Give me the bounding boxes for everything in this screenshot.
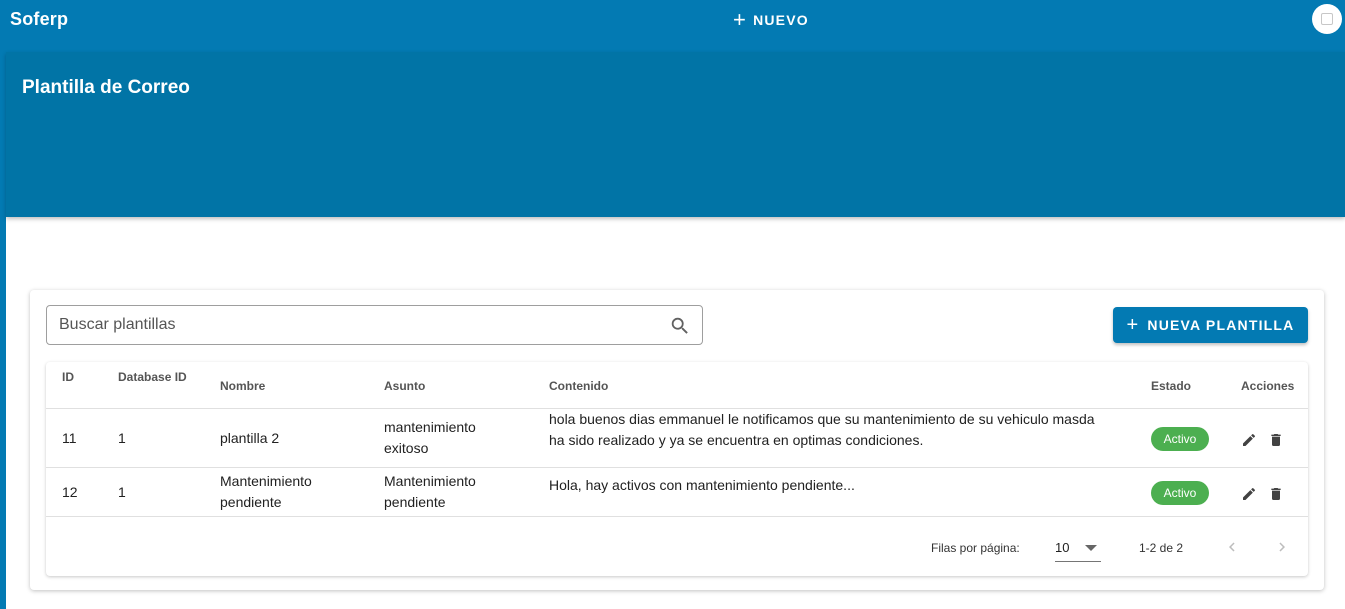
templates-card: + NUEVA PLANTILLA ID Database ID Nombre …	[30, 290, 1324, 590]
plus-icon: +	[1126, 314, 1140, 336]
cell-database-id: 1	[118, 484, 126, 500]
cell-nombre: plantilla 2	[220, 430, 280, 446]
caret-down-icon	[1085, 545, 1097, 551]
cell-asunto-line1: Mantenimiento	[384, 473, 476, 489]
row-divider	[46, 467, 1308, 468]
new-template-button-label: NUEVA PLANTILLA	[1147, 317, 1295, 333]
app-brand[interactable]: Soferp	[10, 9, 68, 30]
cell-nombre-line1: Mantenimiento	[220, 473, 312, 489]
rows-per-page-select[interactable]: 10	[1055, 534, 1101, 562]
cell-contenido-line1: hola buenos dias emmanuel le notificamos…	[549, 411, 1095, 427]
column-header-contenido[interactable]: Contenido	[549, 379, 608, 393]
top-app-bar: Soferp + NUEVO	[0, 0, 1345, 52]
trash-icon[interactable]	[1268, 486, 1284, 502]
column-header-asunto[interactable]: Asunto	[384, 379, 425, 393]
pagination-range: 1-2 de 2	[1139, 541, 1184, 555]
pencil-icon[interactable]	[1241, 486, 1257, 502]
cell-id: 12	[62, 484, 78, 500]
cell-asunto-line2: pendiente	[384, 494, 446, 510]
new-template-button[interactable]: + NUEVA PLANTILLA	[1113, 307, 1308, 343]
cell-database-id: 1	[118, 430, 126, 446]
search-input[interactable]	[59, 316, 639, 334]
column-header-acciones: Acciones	[1241, 379, 1295, 393]
cell-id: 11	[62, 430, 77, 446]
rows-per-page-value: 10	[1055, 540, 1070, 555]
cell-nombre-line2: pendiente	[220, 494, 282, 510]
new-button-label: NUEVO	[753, 12, 809, 28]
column-header-database-id[interactable]: Database ID	[118, 370, 187, 384]
templates-table: ID Database ID Nombre Asunto Contenido E…	[46, 362, 1308, 576]
row-divider	[46, 516, 1308, 517]
status-badge: Activo	[1151, 427, 1209, 451]
column-header-nombre[interactable]: Nombre	[220, 379, 265, 393]
column-header-id[interactable]: ID	[62, 370, 74, 384]
search-icon[interactable]	[669, 315, 691, 337]
page-header: Plantilla de Correo	[6, 52, 1345, 217]
cell-asunto-line2: exitoso	[384, 440, 429, 456]
chevron-left-icon[interactable]	[1223, 538, 1241, 556]
trash-icon[interactable]	[1268, 432, 1284, 448]
plus-icon: +	[733, 7, 748, 32]
search-field[interactable]	[46, 305, 703, 345]
pencil-icon[interactable]	[1241, 432, 1257, 448]
column-header-estado[interactable]: Estado	[1151, 379, 1191, 393]
broken-image-icon	[1321, 13, 1333, 25]
user-avatar[interactable]	[1312, 4, 1342, 34]
cell-contenido-line2: ha sido realizado y ya se encuentra en o…	[549, 432, 924, 448]
cell-asunto-line1: mantenimiento	[384, 419, 476, 435]
new-button[interactable]: + NUEVO	[733, 9, 809, 31]
rows-per-page-label: Filas por página:	[931, 541, 1020, 555]
chevron-right-icon[interactable]	[1273, 538, 1291, 556]
status-badge: Activo	[1151, 481, 1209, 505]
cell-contenido: Hola, hay activos con mantenimiento pend…	[549, 477, 855, 493]
page-title: Plantilla de Correo	[22, 77, 190, 98]
